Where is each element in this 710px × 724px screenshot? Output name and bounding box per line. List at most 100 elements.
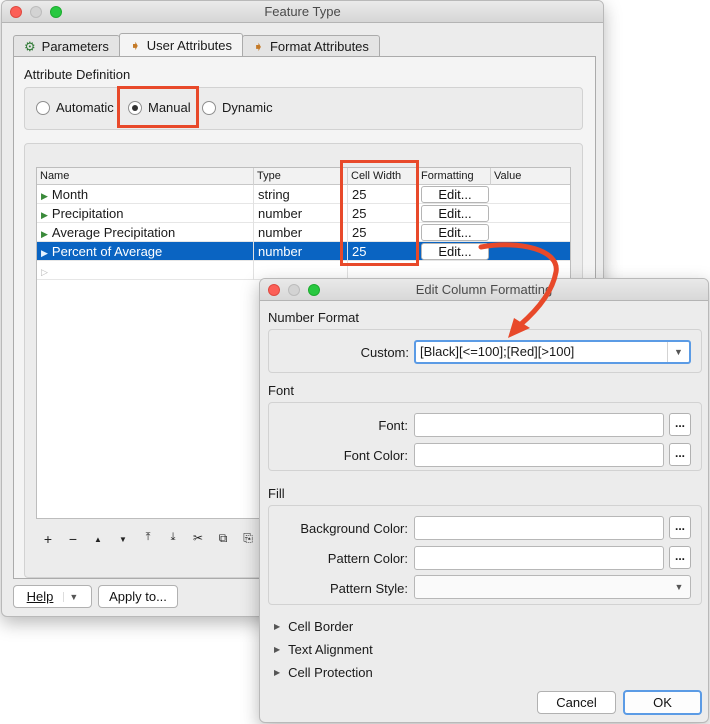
apply-to-button[interactable]: Apply to...: [98, 585, 178, 608]
fill-section-label: Fill: [268, 486, 285, 501]
chevron-down-icon[interactable]: ▼: [667, 342, 689, 362]
edit-formatting-button[interactable]: Edit...: [421, 205, 489, 222]
expand-arrow-icon[interactable]: ▶: [41, 210, 48, 220]
zoom-dialog-button[interactable]: [308, 284, 320, 296]
paste-icon[interactable]: ⎘: [242, 531, 254, 549]
close-dialog-button[interactable]: [268, 284, 280, 296]
custom-label: Custom:: [360, 345, 409, 360]
arrow-icon: ➧: [253, 39, 264, 54]
pattern-color-browse-button[interactable]: ...: [669, 546, 691, 569]
edit-formatting-button[interactable]: Edit...: [421, 243, 489, 260]
cancel-button[interactable]: Cancel: [537, 691, 616, 714]
cut-icon[interactable]: ✂: [192, 531, 204, 549]
cell-border-section[interactable]: ▶ Cell Border: [274, 619, 353, 634]
arrow-icon: ➧: [129, 37, 141, 53]
cell-width-highlight-box: [340, 160, 419, 266]
cell-name-placeholder[interactable]: ▷: [37, 261, 254, 280]
expand-arrow-icon[interactable]: ▶: [41, 248, 48, 258]
expand-arrow-icon[interactable]: ▶: [41, 191, 48, 201]
name-text: Average Precipitation: [51, 225, 176, 240]
font-field[interactable]: [414, 413, 664, 437]
cell-name[interactable]: ▶ Month: [37, 185, 254, 204]
table-row-selected[interactable]: ▶ Percent of Average number 25 Edit...: [37, 242, 570, 261]
radio-automatic[interactable]: Automatic: [36, 100, 114, 115]
background-color-browse-button[interactable]: ...: [669, 516, 691, 539]
edit-formatting-button[interactable]: Edit...: [421, 224, 489, 241]
pattern-style-dropdown[interactable]: ▼: [414, 575, 691, 599]
cell-type[interactable]: string: [254, 185, 348, 204]
name-text: Precipitation: [51, 206, 124, 221]
cell-type[interactable]: number: [254, 242, 348, 261]
gear-icon: ⚙: [24, 39, 36, 54]
tab-user-attributes[interactable]: ➧ User Attributes: [118, 33, 244, 56]
custom-format-value: [Black][<=100];[Red][>100]: [420, 344, 575, 359]
help-button[interactable]: Help ▼: [13, 585, 92, 608]
background-color-field[interactable]: [414, 516, 664, 540]
table-header: Name Type Cell Width Formatting Value: [37, 168, 570, 185]
attribute-definition-label: Attribute Definition: [24, 67, 131, 82]
chevron-down-icon[interactable]: ▼: [63, 591, 78, 602]
disclosure-triangle-icon: ▶: [274, 668, 281, 677]
header-name[interactable]: Name: [37, 168, 254, 185]
cell-protection-section[interactable]: ▶ Cell Protection: [274, 665, 373, 680]
number-format-section-label: Number Format: [268, 310, 360, 325]
radio-dynamic[interactable]: Dynamic: [202, 100, 273, 115]
move-down-icon[interactable]: ▼: [117, 531, 129, 549]
table-row[interactable]: ▶ Precipitation number 25 Edit...: [37, 204, 570, 223]
disclosure-triangle-icon: ▶: [274, 645, 281, 654]
table-row[interactable]: ▶ Month string 25 Edit...: [37, 185, 570, 204]
disclosure-triangle-icon: ▶: [274, 622, 281, 631]
name-text: Percent of Average: [51, 244, 163, 259]
copy-icon[interactable]: ⧉: [217, 531, 229, 549]
minimize-window-button[interactable]: [30, 6, 42, 18]
minimize-dialog-button[interactable]: [288, 284, 300, 296]
font-label: Font:: [378, 418, 408, 433]
cell-name[interactable]: ▶ Precipitation: [37, 204, 254, 223]
background-color-label: Background Color:: [300, 521, 408, 536]
tab-parameters[interactable]: ⚙ Parameters: [13, 35, 120, 57]
move-up-icon[interactable]: ▲: [92, 531, 104, 549]
pattern-color-field[interactable]: [414, 546, 664, 570]
custom-format-combobox[interactable]: [Black][<=100];[Red][>100] ▼: [414, 340, 691, 364]
move-to-bottom-icon[interactable]: ⤓: [167, 531, 179, 549]
remove-icon[interactable]: −: [67, 531, 79, 549]
dialog-window-controls: [268, 284, 320, 296]
ok-button[interactable]: OK: [623, 690, 702, 715]
section-label: Text Alignment: [288, 642, 373, 657]
font-color-browse-button[interactable]: ...: [669, 443, 691, 466]
radio-circle: [202, 100, 216, 115]
tab-bar: ⚙ Parameters ➧ User Attributes ➧ Format …: [13, 33, 380, 57]
header-type[interactable]: Type: [254, 168, 348, 185]
pattern-color-label: Pattern Color:: [327, 551, 408, 566]
text-alignment-section[interactable]: ▶ Text Alignment: [274, 642, 373, 657]
tab-label: Format Attributes: [269, 39, 369, 54]
cell-type[interactable]: number: [254, 204, 348, 223]
header-formatting[interactable]: Formatting: [418, 168, 491, 185]
font-color-field[interactable]: [414, 443, 664, 467]
cell-name[interactable]: ▶ Average Precipitation: [37, 223, 254, 242]
new-row-arrow-icon: ▷: [41, 267, 48, 277]
cell-type[interactable]: number: [254, 223, 348, 242]
name-text: Month: [51, 187, 89, 202]
move-to-top-icon[interactable]: ⤒: [142, 531, 154, 549]
chevron-down-icon[interactable]: ▼: [668, 576, 690, 598]
manual-highlight-box: [117, 86, 199, 128]
tab-label: Parameters: [41, 39, 109, 54]
close-window-button[interactable]: [10, 6, 22, 18]
tab-label: User Attributes: [146, 37, 233, 53]
dialog-title-bar: Edit Column Formatting: [260, 279, 708, 301]
cell-name[interactable]: ▶ Percent of Average: [37, 242, 254, 261]
zoom-window-button[interactable]: [50, 6, 62, 18]
pattern-style-label: Pattern Style:: [329, 581, 408, 596]
font-section-label: Font: [268, 383, 295, 398]
edit-formatting-button[interactable]: Edit...: [421, 186, 489, 203]
font-browse-button[interactable]: ...: [669, 413, 691, 436]
window-controls: [10, 6, 62, 18]
header-value[interactable]: Value: [491, 168, 571, 185]
radio-label: Automatic: [56, 100, 114, 115]
add-icon[interactable]: +: [42, 531, 54, 549]
expand-arrow-icon[interactable]: ▶: [41, 229, 48, 239]
tab-format-attributes[interactable]: ➧ Format Attributes: [242, 35, 380, 57]
table-row[interactable]: ▶ Average Precipitation number 25 Edit...: [37, 223, 570, 242]
edit-column-formatting-dialog: Edit Column Formatting Number Format Cus…: [259, 278, 709, 723]
